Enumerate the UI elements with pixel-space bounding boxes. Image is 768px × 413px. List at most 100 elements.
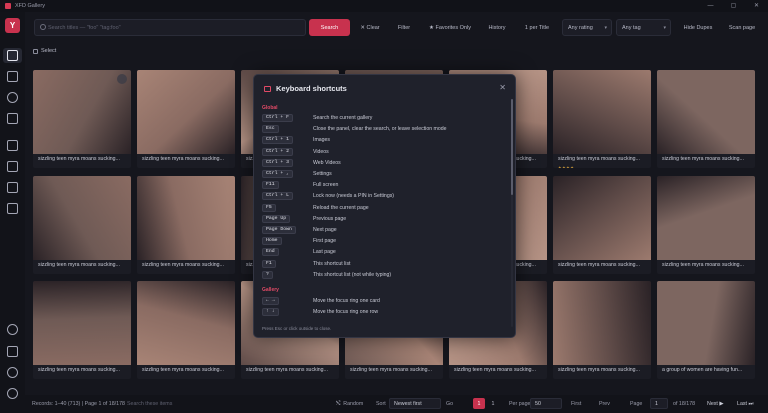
chat-icon[interactable] (7, 324, 18, 335)
shortcut-key: Ctrl + F (262, 114, 294, 122)
shortcut-description: Search the current gallery (313, 115, 373, 121)
gallery-card[interactable]: sizzling teen myra moans sucking... (137, 281, 235, 379)
card-caption: sizzling teen myra moans sucking... (350, 367, 432, 373)
sidebar: Y (0, 12, 25, 413)
gallery-card[interactable]: sizzling teen myra moans sucking... (657, 175, 755, 274)
search-input[interactable] (48, 20, 298, 35)
select-toggle[interactable]: Select (33, 45, 56, 57)
first-page-button[interactable]: First (571, 399, 581, 409)
gallery-card[interactable]: sizzling teen myra moans sucking... (33, 70, 131, 168)
shortcut-row: ← → Move the focus ring one card (262, 297, 502, 306)
folder-icon[interactable] (7, 140, 18, 151)
tag-select[interactable]: Any tag ▾ (616, 19, 671, 36)
shortcut-key: F11 (262, 181, 279, 190)
shortcut-description: Previous page (313, 215, 347, 222)
page-button-current[interactable]: 1 (473, 398, 485, 409)
minimize-button[interactable]: — (699, 0, 722, 12)
gallery-card[interactable]: sizzling teen myra moans sucking... (553, 175, 651, 274)
shortcut-key: F1 (262, 259, 276, 268)
gallery-card[interactable]: sizzling teen myra moans sucking... (33, 281, 131, 379)
collection-icon[interactable] (7, 203, 18, 214)
prev-page-button[interactable]: Prev (599, 399, 610, 409)
videos-icon[interactable] (7, 113, 18, 124)
tag-icon[interactable] (7, 161, 18, 172)
card-thumbnail (553, 175, 651, 260)
per-page-value: 50 (535, 400, 541, 407)
card-menu-icon[interactable] (117, 74, 127, 84)
gallery-card[interactable]: sizzling teen myra moans sucking... ★★★★ (553, 70, 651, 168)
shortcut-key: Home (262, 237, 282, 246)
shortcut-key: End (262, 248, 279, 257)
page-input[interactable]: 1 (650, 398, 668, 409)
shortcut-key: Ctrl + 3 (262, 158, 294, 167)
records-info: Records: 1–40 (713) | Page 1 of 18/178 (32, 401, 125, 407)
app-logo[interactable]: Y (5, 18, 20, 33)
close-window-button[interactable]: ✕ (745, 0, 768, 12)
shortcut-row: Ctrl + F Search the current gallery (262, 114, 502, 123)
filter-button[interactable]: Filter (389, 19, 419, 36)
card-caption: sizzling teen myra moans sucking... (558, 156, 640, 162)
page-count: of 18/178 (673, 401, 696, 407)
page-button[interactable]: 1 (487, 398, 499, 409)
shortcut-key: Ctrl + , (262, 170, 294, 178)
chevron-down-icon: ▾ (604, 25, 607, 31)
dialog-scrollbar-thumb[interactable] (511, 99, 513, 195)
shortcut-description: Web Videos (313, 159, 341, 166)
shortcut-row: Home First page (262, 237, 502, 246)
scan-page-button[interactable]: Scan page (723, 19, 761, 36)
history-button[interactable]: History (480, 19, 514, 36)
section-global-heading: Global (262, 105, 278, 111)
shortcut-description: This shortcut list (313, 260, 351, 267)
shuffle-icon: ⤭ (336, 400, 341, 407)
gallery-card[interactable]: sizzling teen myra moans sucking... (553, 281, 651, 379)
card-thumbnail (657, 175, 755, 260)
shortcut-row: Ctrl + 2 Videos (262, 147, 502, 157)
info-icon[interactable] (7, 346, 18, 357)
shortcut-key: Page Down (262, 226, 296, 234)
shortcut-description: Images (313, 137, 331, 144)
window-title: XFD Gallery (15, 3, 45, 9)
title-bar: XFD Gallery — ▢ ✕ (0, 0, 768, 12)
close-icon[interactable]: ✕ (499, 83, 506, 92)
web-icon[interactable] (7, 92, 18, 103)
shortcut-description: Lock now (needs a PIN in Settings) (313, 193, 395, 200)
card-thumbnail (657, 70, 755, 154)
shortcut-row: Page Up Previous page (262, 214, 502, 224)
shortcut-row: F1 This shortcut list (262, 259, 502, 269)
gallery-card[interactable]: sizzling teen myra moans sucking... (33, 175, 131, 274)
search-button[interactable]: Search (309, 19, 350, 36)
rating-select[interactable]: Any rating ▾ (562, 19, 612, 36)
favorites-only-button[interactable]: ★ Favorites Only (425, 19, 475, 36)
per-title-button[interactable]: 1 per Title (517, 19, 557, 36)
maximize-button[interactable]: ▢ (722, 0, 745, 12)
shortcut-description: Settings (313, 171, 332, 177)
search-box (34, 19, 306, 36)
per-page-select[interactable]: 50 (530, 398, 562, 409)
gallery-card[interactable]: sizzling teen myra moans sucking... (657, 70, 755, 168)
card-caption: sizzling teen myra moans sucking... (142, 367, 224, 373)
theme-icon[interactable] (7, 388, 18, 399)
shortcut-row: Ctrl + 3 Web Videos (262, 158, 502, 168)
settings-icon[interactable] (7, 367, 18, 378)
card-caption: sizzling teen myra moans sucking... (454, 367, 536, 373)
card-thumbnail (137, 70, 235, 154)
images-icon[interactable] (7, 71, 18, 82)
gallery-card[interactable]: a group of women are having fun... (657, 281, 755, 379)
next-page-button[interactable]: Next ▶ (707, 399, 723, 409)
clear-button[interactable]: ✕ Clear (355, 19, 385, 36)
duplicate-icon[interactable] (7, 182, 18, 193)
shortcut-key: ← → (262, 297, 279, 305)
shortcut-description: Close the panel, clear the search, or le… (313, 126, 447, 133)
last-page-button[interactable]: Last ⏭ (737, 399, 753, 409)
gallery-card[interactable]: sizzling teen myra moans sucking... (137, 70, 235, 168)
random-button[interactable]: ⤭ Random (336, 399, 363, 409)
sort-select[interactable]: Newest first (389, 398, 441, 409)
shortcut-row: F5 Reload the current page (262, 203, 502, 213)
hide-dupes-button[interactable]: Hide Dupes (677, 19, 719, 36)
gallery-icon[interactable] (7, 50, 18, 61)
gallery-card[interactable]: sizzling teen myra moans sucking... (137, 175, 235, 274)
shortcut-description: Move the focus ring one row (313, 309, 379, 316)
random-label: Random (343, 401, 364, 407)
tag-select-value: Any tag (622, 24, 641, 31)
shortcut-description: Next page (313, 227, 337, 233)
